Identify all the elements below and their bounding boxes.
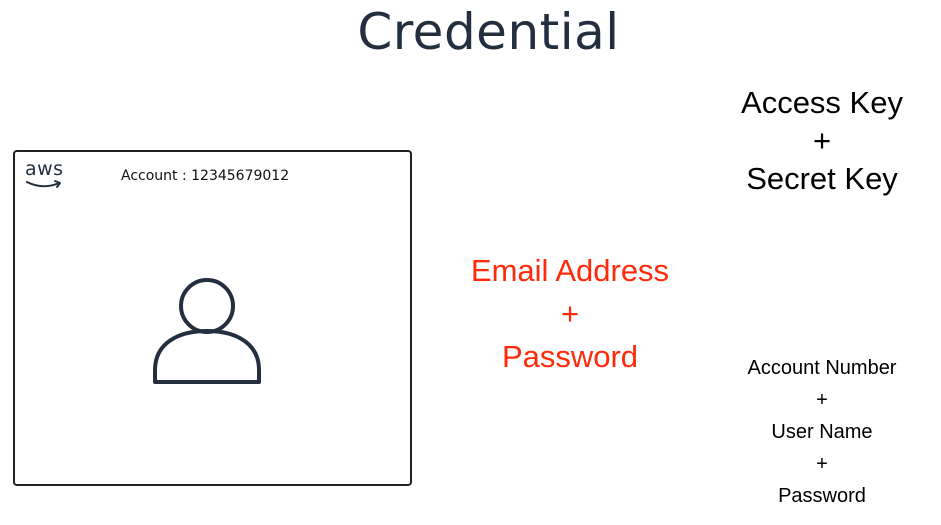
aws-smile-icon — [26, 180, 61, 188]
plus-sign: + — [816, 389, 828, 411]
iam-user-credential: Account Number + User Name + Password — [706, 352, 938, 512]
secret-key-text: Secret Key — [746, 161, 898, 196]
access-key-credential: Access Key + Secret Key — [706, 84, 938, 198]
aws-logo-text: aws — [25, 158, 64, 180]
page-title: Credential — [357, 3, 620, 61]
password-text: Password — [501, 339, 639, 374]
user-name-text: User Name — [771, 421, 873, 443]
access-key-text: Access Key — [741, 85, 903, 120]
aws-logo: aws — [25, 158, 65, 194]
plus-sign: + — [816, 453, 828, 475]
email-password-credential: Email Address + Password — [430, 249, 710, 378]
user-icon — [153, 278, 261, 384]
password-text: Password — [778, 485, 866, 507]
account-number-text: Account Number — [747, 357, 897, 379]
aws-account-card: aws Account : 12345679012 — [13, 150, 412, 486]
plus-sign: + — [560, 296, 580, 331]
plus-sign: + — [812, 123, 832, 158]
email-address-text: Email Address — [470, 253, 670, 288]
account-number-label: Account : 12345679012 — [121, 168, 290, 184]
